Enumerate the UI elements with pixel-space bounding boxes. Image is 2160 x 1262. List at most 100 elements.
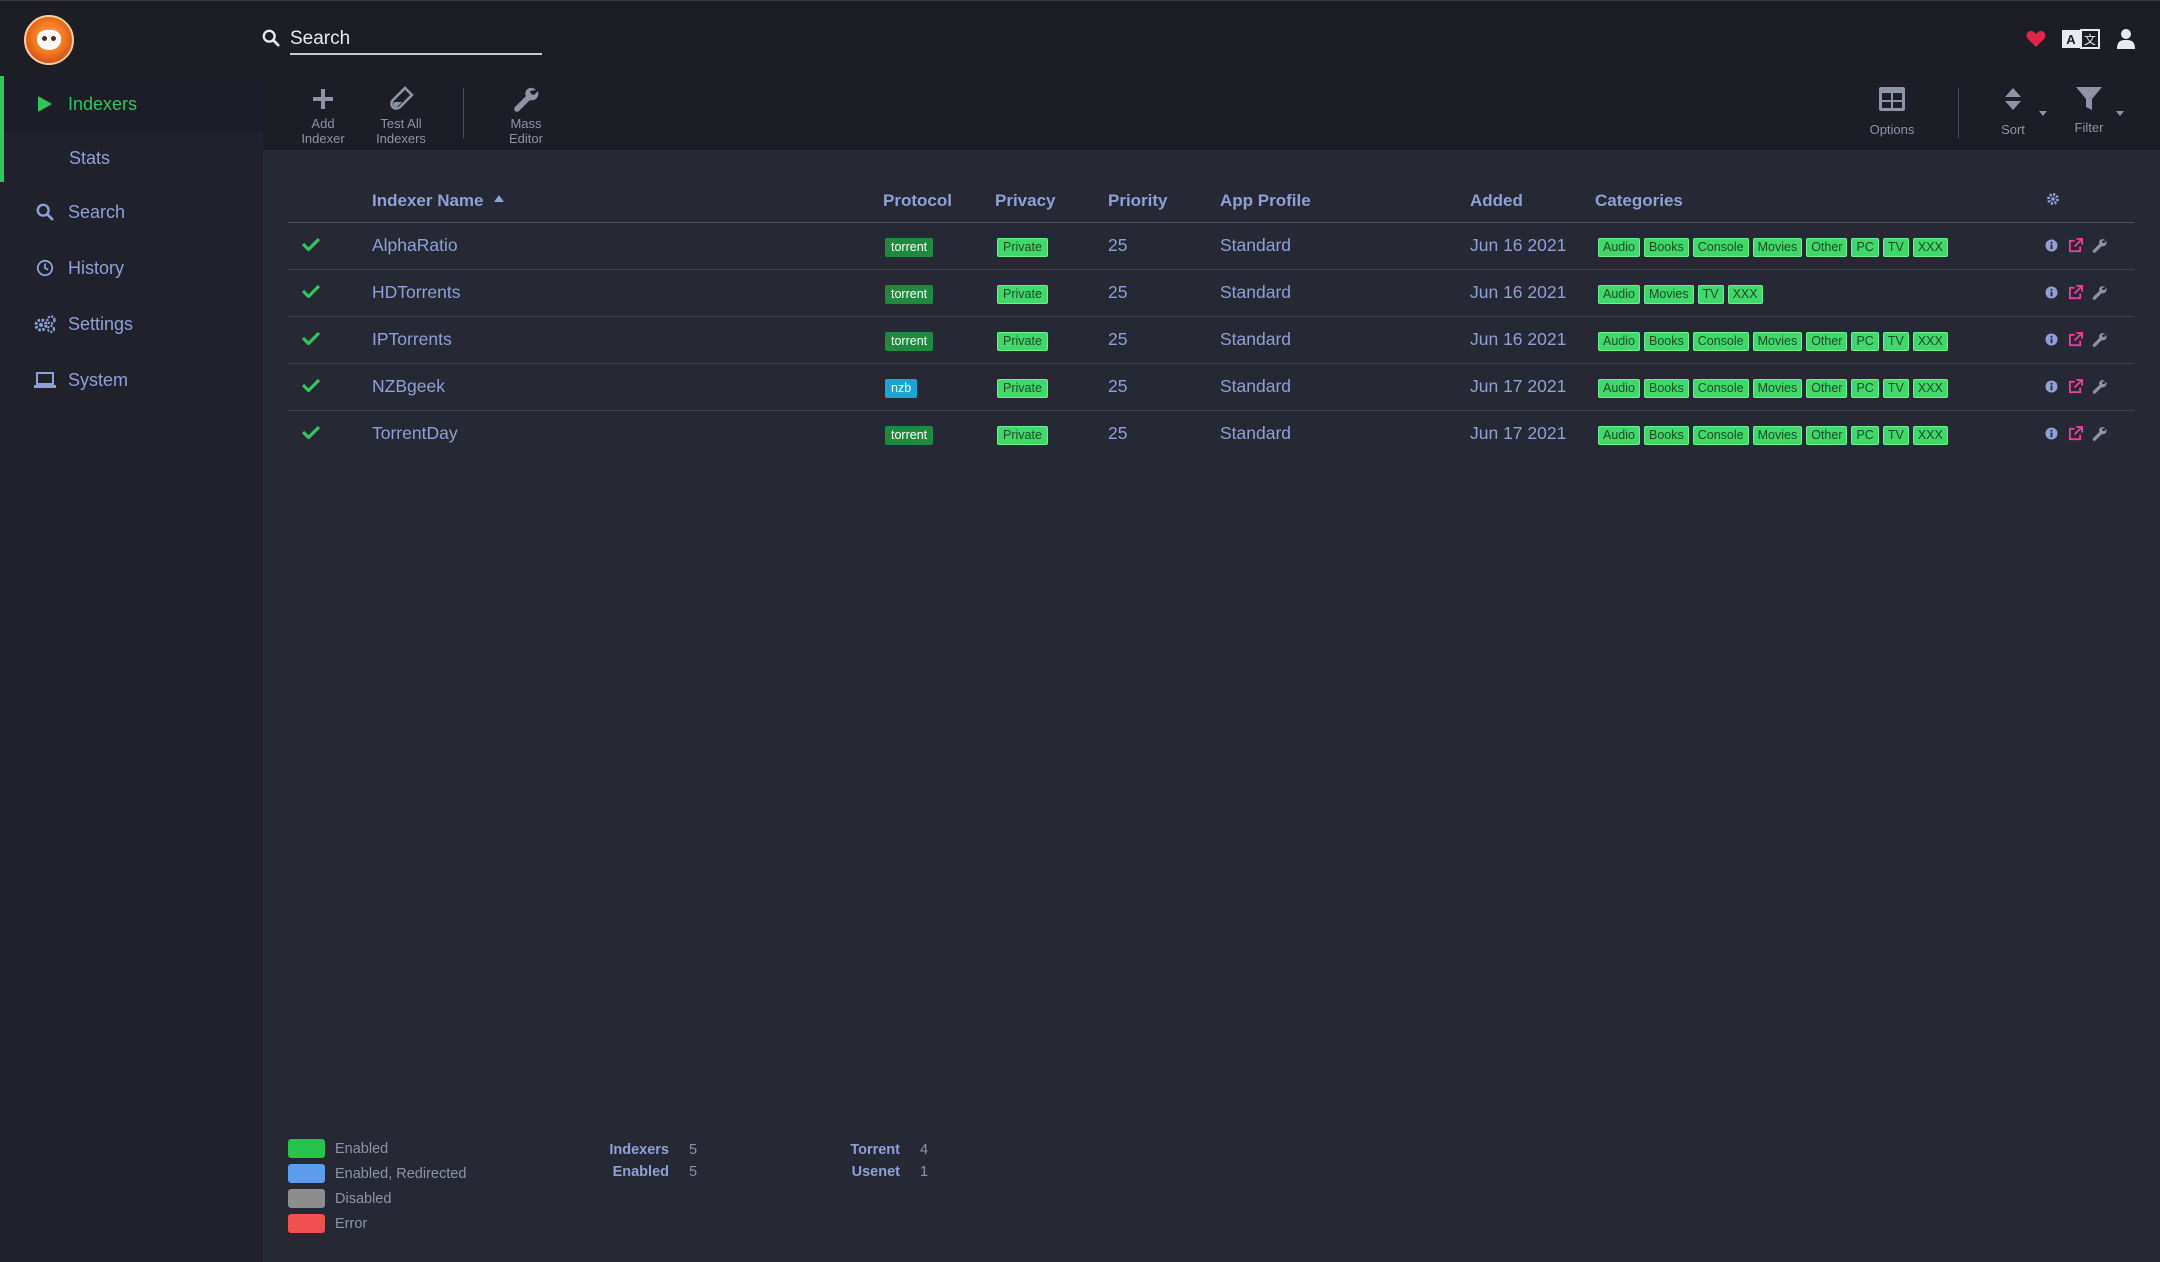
category-tag: Books (1643, 331, 1689, 351)
legend-label: Disabled (335, 1190, 392, 1207)
info-icon[interactable] (2042, 237, 2060, 255)
filter-caret-icon[interactable] (2116, 111, 2124, 116)
category-list: Audio Books Console Movies Other PC TV XXX (1598, 423, 1952, 445)
legend-swatch (288, 1189, 325, 1208)
external-link-icon[interactable] (2066, 237, 2084, 255)
info-icon[interactable] (2042, 378, 2060, 396)
app-logo[interactable] (24, 15, 74, 65)
category-tag: Books (1643, 237, 1689, 257)
table-row[interactable]: AlphaRatio torrent Private 25 Standard Jun 16… (288, 222, 2134, 270)
sidebar-item-label: History (68, 257, 125, 278)
category-tag: Other (1806, 425, 1848, 445)
heart-icon[interactable] (2024, 28, 2048, 50)
row-actions (2042, 237, 2134, 255)
category-tag: TV (1882, 378, 1909, 398)
table-row[interactable]: NZBgeek nzb Private 25 Standard Jun 17 2021 Au… (288, 363, 2134, 411)
table-row[interactable]: TorrentDay torrent Private 25 Standard Jun 17… (288, 410, 2134, 457)
category-tag: Other (1806, 331, 1848, 351)
sort-caret-icon[interactable] (2039, 111, 2047, 116)
table-header-row: Indexer Name Protocol Privacy Priority A… (288, 180, 2134, 223)
column-header-protocol[interactable]: Protocol (883, 180, 995, 223)
protocol-badge: nzb (885, 378, 918, 398)
column-header-app-profile[interactable]: App Profile (1220, 180, 1470, 223)
category-tag: Books (1643, 425, 1689, 445)
enabled-check-icon (301, 235, 321, 256)
page-toolbar: Add Indexer Test All Indexers Mass Edito… (263, 76, 2160, 150)
legend-swatch (288, 1164, 325, 1183)
indexer-name[interactable]: IPTorrents (372, 329, 452, 349)
status-legend: Enabled Enabled, Redirected Disabled Err… (288, 1136, 466, 1236)
table-row[interactable]: HDTorrents torrent Private 25 Standard Jun 16… (288, 269, 2134, 317)
category-tag: Console (1692, 425, 1749, 445)
table-body: AlphaRatio torrent Private 25 Standard Jun 16… (288, 222, 2134, 457)
sidebar-item-history[interactable]: History (0, 240, 263, 296)
translate-icon[interactable]: A文 (2062, 28, 2100, 50)
priority-value: 25 (1108, 376, 1128, 396)
stat-value: 5 (689, 1142, 698, 1158)
edit-wrench-icon[interactable] (2090, 237, 2108, 255)
sidebar-item-indexers[interactable]: Indexers (0, 76, 263, 132)
indexer-name[interactable]: AlphaRatio (372, 235, 458, 255)
table-row[interactable]: IPTorrents torrent Private 25 Standard Jun 16… (288, 316, 2134, 364)
header-icons: A文 (2024, 27, 2138, 51)
stat-value: 4 (920, 1142, 929, 1158)
stat-usenet: Usenet 1 (810, 1161, 928, 1183)
added-date: Jun 17 2021 (1470, 376, 1567, 396)
sidebar-item-settings[interactable]: Settings (0, 296, 263, 352)
column-header-privacy[interactable]: Privacy (995, 180, 1108, 223)
column-header-indexer-name[interactable]: Indexer Name (372, 180, 883, 223)
column-header-added[interactable]: Added (1470, 180, 1595, 223)
table-options-gear-icon[interactable] (2046, 191, 2060, 211)
edit-wrench-icon[interactable] (2090, 425, 2108, 443)
wrench-icon (511, 84, 541, 114)
external-link-icon[interactable] (2066, 425, 2084, 443)
info-icon[interactable] (2042, 331, 2060, 349)
protocol-badge: torrent (885, 331, 934, 351)
sort-button[interactable]: Sort (1985, 84, 2041, 137)
toolbar-separator (1958, 88, 1959, 138)
add-indexer-button[interactable]: Add Indexer (293, 84, 353, 146)
category-tag: TV (1697, 284, 1724, 304)
protocol-stats: Torrent 4 Usenet 1 (810, 1139, 928, 1183)
history-icon (34, 257, 56, 279)
options-label: Options (1869, 122, 1915, 137)
edit-wrench-icon[interactable] (2090, 378, 2108, 396)
options-button[interactable]: Options (1859, 84, 1925, 137)
sort-label: Sort (2001, 122, 2025, 137)
user-icon[interactable] (2114, 28, 2138, 50)
category-tag: Audio (1598, 331, 1640, 351)
sidebar-item-label: Stats (69, 147, 111, 168)
sidebar-item-label: Search (68, 201, 126, 222)
indexer-name[interactable]: NZBgeek (372, 376, 445, 396)
external-link-icon[interactable] (2066, 378, 2084, 396)
search-icon (262, 29, 282, 49)
indexer-name[interactable]: HDTorrents (372, 282, 461, 302)
info-icon[interactable] (2042, 284, 2060, 302)
sidebar-item-search[interactable]: Search (0, 184, 263, 240)
sidebar-item-system[interactable]: System (0, 352, 263, 408)
protocol-badge: torrent (885, 425, 934, 445)
search-input[interactable] (290, 25, 542, 55)
app-profile-value: Standard (1220, 235, 1292, 255)
plus-icon (308, 84, 338, 114)
test-all-indexers-button[interactable]: Test All Indexers (366, 84, 436, 146)
column-header-label: App Profile (1220, 190, 1311, 210)
category-tag: Other (1806, 237, 1848, 257)
column-header-categories[interactable]: Categories (1595, 180, 2042, 223)
indexer-name[interactable]: TorrentDay (372, 423, 458, 443)
edit-wrench-icon[interactable] (2090, 331, 2108, 349)
external-link-icon[interactable] (2066, 284, 2084, 302)
info-icon[interactable] (2042, 425, 2060, 443)
stat-value: 1 (920, 1164, 929, 1180)
search-icon (34, 201, 56, 223)
edit-wrench-icon[interactable] (2090, 284, 2108, 302)
filter-button[interactable]: Filter (2059, 84, 2119, 135)
add-indexer-label: Add Indexer (301, 116, 345, 146)
external-link-icon[interactable] (2066, 331, 2084, 349)
category-tag: Console (1692, 331, 1749, 351)
column-header-label: Categories (1595, 190, 1683, 210)
column-header-priority[interactable]: Priority (1108, 180, 1220, 223)
mass-editor-button[interactable]: Mass Editor (491, 84, 561, 146)
sidebar-item-stats[interactable]: Stats (0, 132, 263, 184)
priority-value: 25 (1108, 423, 1128, 444)
